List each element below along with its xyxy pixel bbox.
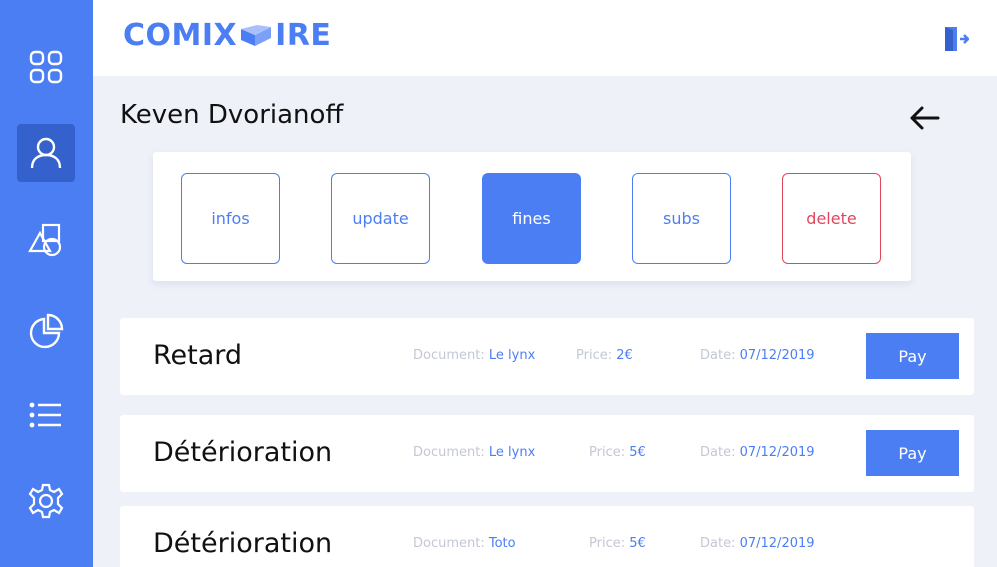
price-label: Price: bbox=[589, 536, 626, 551]
sidebar bbox=[0, 0, 93, 567]
gear-icon bbox=[28, 483, 64, 519]
fine-price: Price: 5€ bbox=[589, 445, 646, 460]
fine-title: Retard bbox=[153, 340, 243, 371]
nav-settings[interactable] bbox=[17, 472, 75, 530]
list-icon bbox=[29, 402, 61, 428]
pay-button[interactable]: Pay bbox=[866, 333, 959, 379]
page-title: Keven Dvorianoff bbox=[120, 100, 344, 130]
price-value: 2€ bbox=[616, 348, 633, 363]
fine-title: Détérioration bbox=[153, 528, 333, 559]
fines-button[interactable]: fines bbox=[482, 173, 581, 264]
document-label: Document: bbox=[413, 536, 485, 551]
price-label: Price: bbox=[589, 445, 626, 460]
fine-document: Document: Toto bbox=[413, 536, 516, 551]
fine-title: Détérioration bbox=[153, 437, 333, 468]
price-value: 5€ bbox=[629, 445, 646, 460]
delete-button[interactable]: delete bbox=[782, 173, 881, 264]
fine-card: Détérioration Document: Toto Price: 5€ D… bbox=[120, 506, 974, 567]
date-value: 07/12/2019 bbox=[739, 536, 815, 551]
book-icon bbox=[241, 24, 272, 46]
nav-dashboard[interactable] bbox=[17, 38, 75, 96]
nav-collections[interactable] bbox=[17, 210, 75, 268]
pie-chart-icon bbox=[29, 313, 64, 349]
date-label: Date: bbox=[700, 348, 736, 363]
top-bar: COMIX IRE bbox=[93, 0, 997, 76]
document-label: Document: bbox=[413, 348, 485, 363]
pay-button[interactable]: Pay bbox=[866, 430, 959, 476]
infos-button[interactable]: infos bbox=[181, 173, 280, 264]
document-label: Document: bbox=[413, 445, 485, 460]
nav-users[interactable] bbox=[17, 124, 75, 182]
fine-document: Document: Le lynx bbox=[413, 348, 535, 363]
shapes-icon bbox=[28, 223, 62, 257]
fine-date: Date: 07/12/2019 bbox=[700, 445, 815, 460]
update-button[interactable]: update bbox=[331, 173, 430, 264]
date-value: 07/12/2019 bbox=[739, 348, 815, 363]
date-value: 07/12/2019 bbox=[739, 445, 815, 460]
fine-date: Date: 07/12/2019 bbox=[700, 348, 815, 363]
document-value: Toto bbox=[488, 536, 516, 551]
user-icon bbox=[30, 137, 62, 169]
price-label: Price: bbox=[576, 348, 613, 363]
fine-price: Price: 2€ bbox=[576, 348, 633, 363]
fine-card: Retard Document: Le lynx Price: 2€ Date:… bbox=[120, 318, 974, 395]
document-value: Le lynx bbox=[488, 348, 536, 363]
date-label: Date: bbox=[700, 445, 736, 460]
fine-document: Document: Le lynx bbox=[413, 445, 535, 460]
dashboard-icon bbox=[29, 50, 63, 84]
subs-button[interactable]: subs bbox=[632, 173, 731, 264]
app-logo[interactable]: COMIX IRE bbox=[123, 18, 331, 53]
logout-icon[interactable] bbox=[943, 26, 969, 52]
date-label: Date: bbox=[700, 536, 736, 551]
price-value: 5€ bbox=[629, 536, 646, 551]
nav-list[interactable] bbox=[17, 386, 75, 444]
nav-stats[interactable] bbox=[17, 302, 75, 360]
logo-text-right: IRE bbox=[275, 18, 332, 53]
document-value: Le lynx bbox=[488, 445, 536, 460]
logo-text-left: COMIX bbox=[123, 18, 238, 53]
arrow-left-icon[interactable] bbox=[908, 103, 940, 133]
user-actions-panel: infos update fines subs delete bbox=[153, 152, 911, 281]
fine-date: Date: 07/12/2019 bbox=[700, 536, 815, 551]
fine-price: Price: 5€ bbox=[589, 536, 646, 551]
fine-card: Détérioration Document: Le lynx Price: 5… bbox=[120, 415, 974, 492]
